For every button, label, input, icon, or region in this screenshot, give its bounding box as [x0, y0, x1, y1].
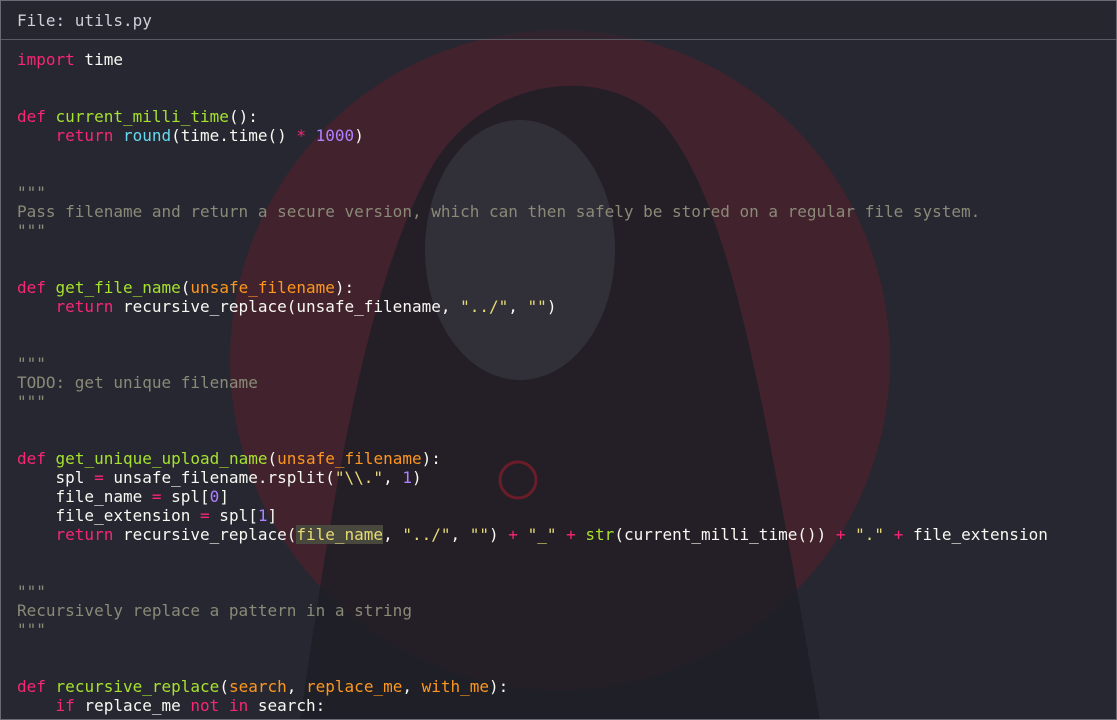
docstring-line: """: [17, 582, 46, 601]
editor-window: File: utils.py import time def current_m…: [0, 0, 1117, 720]
code-line: if replace_me not in search:: [55, 696, 326, 715]
code-line: file_name = spl[0]: [17, 487, 229, 506]
docstring-line: """: [17, 392, 46, 411]
file-title-bar: File: utils.py: [1, 1, 1116, 40]
code-line: def recursive_replace(search, replace_me…: [17, 677, 509, 696]
docstring-line: Pass filename and return a secure versio…: [17, 202, 981, 221]
highlighted-token: file_name: [296, 525, 384, 544]
file-title: File: utils.py: [17, 10, 152, 30]
code-line: def get_file_name(unsafe_filename):: [17, 278, 355, 297]
code-line: import time: [17, 50, 123, 69]
docstring-line: """: [17, 183, 46, 202]
code-line: file_extension = spl[1]: [17, 506, 278, 525]
code-line: def get_unique_upload_name(unsafe_filena…: [17, 449, 441, 468]
docstring-line: """: [17, 354, 46, 373]
docstring-line: """: [17, 221, 46, 240]
code-line: spl = unsafe_filename.rsplit("\\.", 1): [17, 468, 422, 487]
code-line: def current_milli_time():: [17, 107, 258, 126]
docstring-line: """: [17, 620, 46, 639]
docstring-line: Recursively replace a pattern in a strin…: [17, 601, 412, 620]
code-editor[interactable]: import time def current_milli_time(): re…: [1, 40, 1116, 715]
code-line: return round(time.time() * 1000): [55, 126, 364, 145]
code-line: return recursive_replace(file_name, "../…: [55, 525, 1048, 544]
docstring-line: TODO: get unique filename: [17, 373, 258, 392]
code-line: return recursive_replace(unsafe_filename…: [55, 297, 557, 316]
